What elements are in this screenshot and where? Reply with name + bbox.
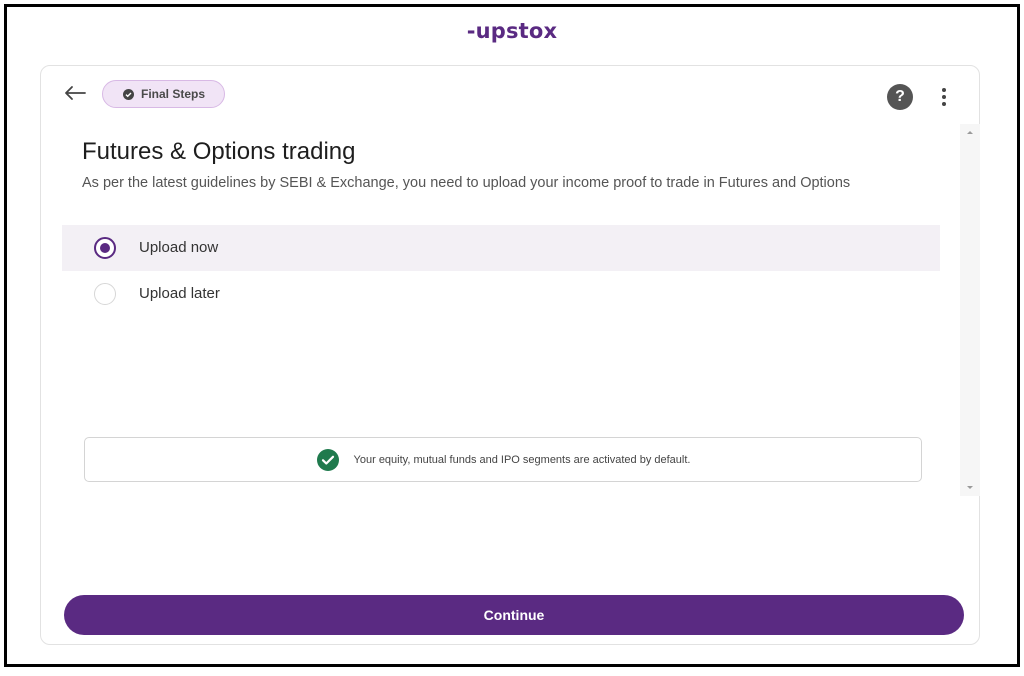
option-label: Upload later xyxy=(139,285,220,302)
upstox-logo: -upstox xyxy=(466,19,558,43)
card-header: Final Steps ? xyxy=(41,66,979,124)
browser-frame: -upstox Final Steps ? Futures & Options … xyxy=(4,4,1020,667)
more-dot xyxy=(942,102,946,106)
final-steps-badge: Final Steps xyxy=(102,80,226,108)
continue-button[interactable]: Continue xyxy=(64,595,964,635)
more-dot xyxy=(942,88,946,92)
option-upload-later[interactable]: Upload later xyxy=(62,271,940,317)
page-title: Futures & Options trading xyxy=(82,138,356,165)
back-button[interactable] xyxy=(61,82,89,104)
scroll-down-icon[interactable] xyxy=(964,482,976,494)
arrow-left-icon xyxy=(65,86,86,100)
upload-later-radio[interactable] xyxy=(94,283,116,305)
check-circle-icon xyxy=(123,88,134,100)
more-dot xyxy=(942,95,946,99)
upload-now-radio[interactable] xyxy=(94,237,116,259)
option-label: Upload now xyxy=(139,239,219,256)
onboarding-card: Final Steps ? Futures & Options trading … xyxy=(40,65,980,645)
badge-label: Final Steps xyxy=(141,87,206,101)
more-options-button[interactable] xyxy=(937,83,951,111)
info-text: Your equity, mutual funds and IPO segmen… xyxy=(353,453,691,466)
scrollbar[interactable] xyxy=(960,124,980,496)
scroll-up-icon[interactable] xyxy=(964,126,976,138)
help-button[interactable]: ? xyxy=(887,84,913,110)
option-upload-now[interactable]: Upload now xyxy=(62,225,940,271)
page-subtitle: As per the latest guidelines by SEBI & E… xyxy=(82,175,851,191)
check-circle-icon xyxy=(316,448,339,471)
segments-info-box: Your equity, mutual funds and IPO segmen… xyxy=(84,437,922,482)
